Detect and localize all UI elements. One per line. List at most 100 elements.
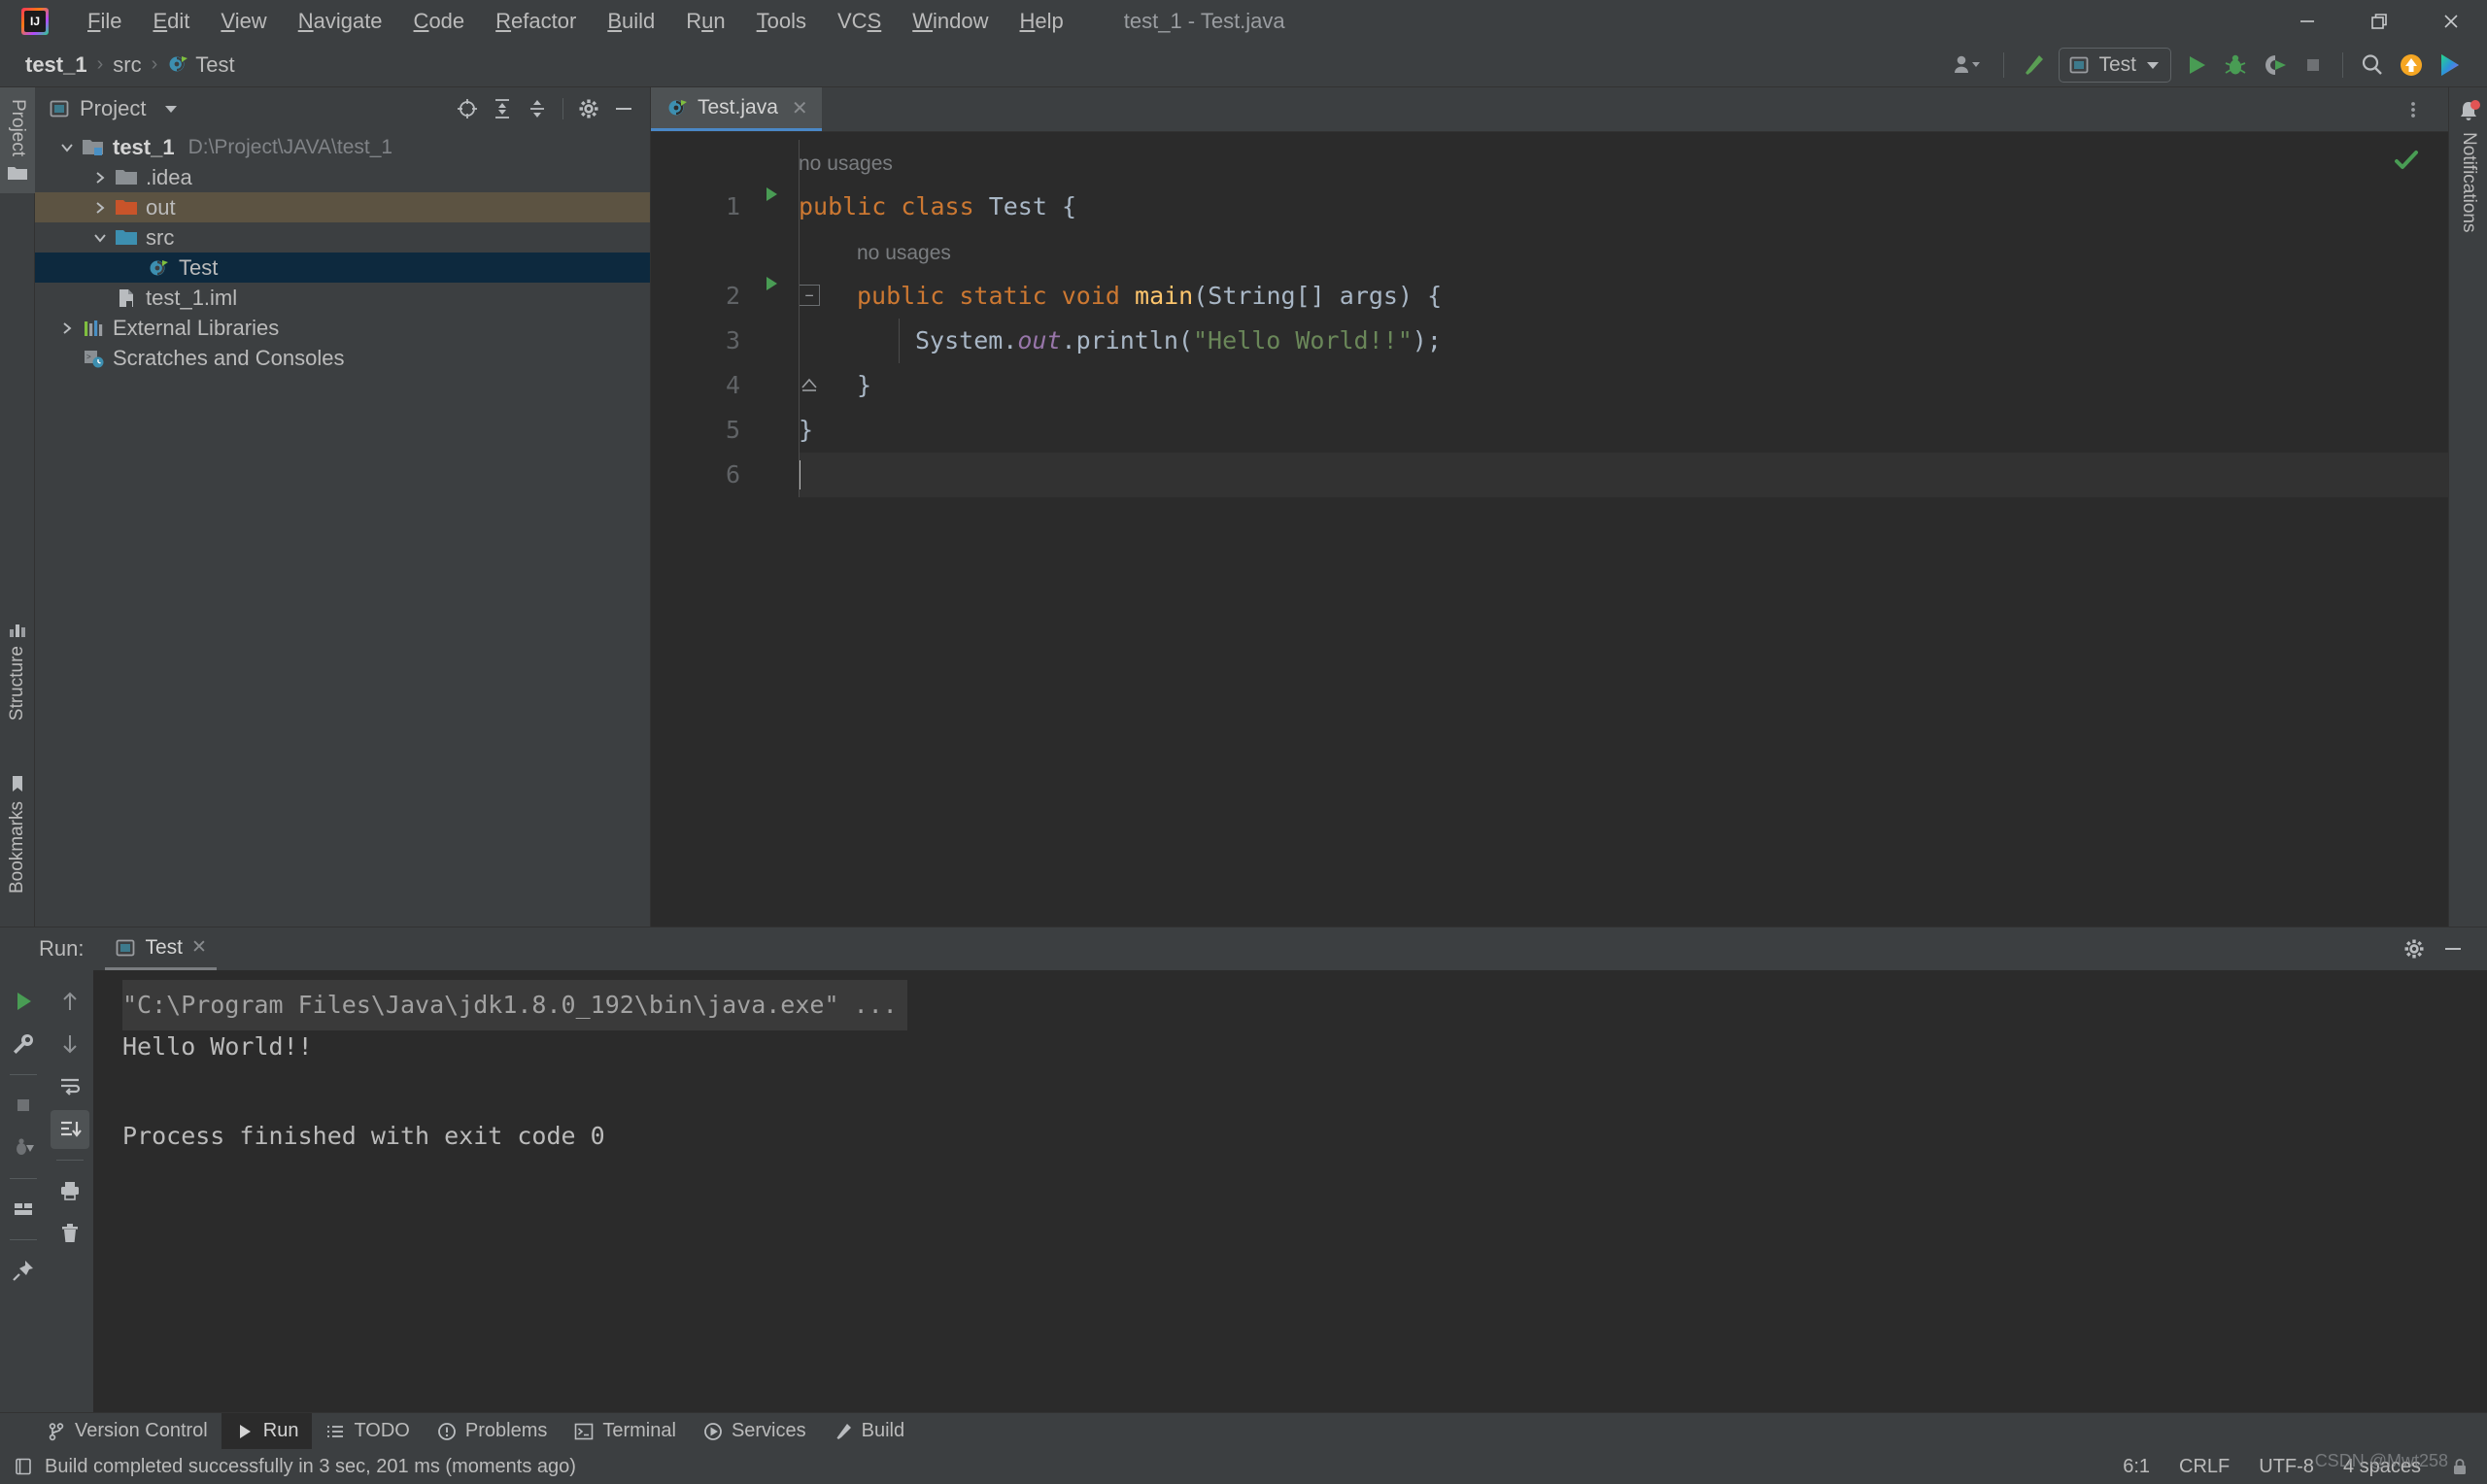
- sidebar-item-notifications[interactable]: Notifications: [2449, 87, 2487, 245]
- tree-node-external-libraries[interactable]: External Libraries: [35, 313, 650, 343]
- run-tab-test[interactable]: Test ✕: [105, 928, 217, 970]
- read-only-lock-icon[interactable]: [2450, 1457, 2470, 1476]
- menu-item-file[interactable]: File: [72, 5, 137, 38]
- project-tree[interactable]: test_1 D:\Project\JAVA\test_1 .idea out src T…: [35, 130, 650, 927]
- breadcrumb-item-test-1[interactable]: test_1: [17, 51, 95, 80]
- menu-item-refactor[interactable]: Refactor: [480, 5, 592, 38]
- run-with-coverage-icon[interactable]: [2255, 46, 2294, 84]
- tool-window-button-build[interactable]: Build: [820, 1413, 918, 1450]
- menu-item-tools[interactable]: Tools: [741, 5, 822, 38]
- tool-window-button-services[interactable]: Services: [690, 1413, 820, 1450]
- breadcrumb-label: test_1: [25, 51, 87, 77]
- build-hammer-icon[interactable]: [2014, 46, 2053, 84]
- menu-item-window[interactable]: Window: [897, 5, 1004, 38]
- run-play-icon[interactable]: [2177, 46, 2216, 84]
- collapse-all-icon[interactable]: [521, 92, 554, 125]
- tool-window-button-terminal[interactable]: Terminal: [561, 1413, 690, 1450]
- editor-gutter[interactable]: 1 2− 3 4 5 6: [651, 132, 820, 497]
- tool-window-button-todo[interactable]: TODO: [312, 1413, 423, 1450]
- layout-icon[interactable]: [4, 1190, 43, 1229]
- close-icon[interactable]: [2415, 0, 2487, 43]
- menu-item-run[interactable]: Run: [670, 5, 740, 38]
- menu-item-vcs[interactable]: VCS: [822, 5, 897, 38]
- update-arrow-icon[interactable]: [2392, 46, 2431, 84]
- editor-tab-test-java[interactable]: Test.java ✕: [651, 87, 822, 131]
- chevron-right-icon[interactable]: [87, 170, 113, 186]
- code-line-1[interactable]: public class Test {: [799, 185, 2448, 229]
- code-token: }: [857, 371, 872, 399]
- close-icon[interactable]: ✕: [792, 96, 808, 120]
- stop-square-icon[interactable]: [2294, 46, 2333, 84]
- run-console-output[interactable]: "C:\Program Files\Java\jdk1.8.0_192\bin\…: [93, 970, 2487, 1412]
- breadcrumb-item-src[interactable]: src: [105, 51, 149, 80]
- line-number-4: 4: [651, 363, 817, 408]
- breadcrumb-item-test[interactable]: Test: [159, 51, 242, 80]
- rerun-icon[interactable]: [4, 982, 43, 1021]
- menu-item-code[interactable]: Code: [398, 5, 481, 38]
- more-vertical-icon[interactable]: [2394, 90, 2433, 129]
- close-icon[interactable]: ✕: [191, 936, 207, 959]
- tool-window-button-problems[interactable]: Problems: [424, 1413, 561, 1450]
- select-opened-file-icon[interactable]: [451, 92, 484, 125]
- code-line-5[interactable]: }: [799, 408, 2448, 453]
- file-encoding[interactable]: UTF-8: [2259, 1456, 2314, 1478]
- down-arrow-icon[interactable]: [51, 1025, 89, 1063]
- tree-node-out[interactable]: out: [35, 192, 650, 222]
- up-arrow-icon[interactable]: [51, 982, 89, 1021]
- code-line-6[interactable]: [799, 453, 2448, 497]
- scroll-to-end-icon[interactable]: [51, 1110, 89, 1149]
- hide-panel-icon[interactable]: [2436, 932, 2470, 965]
- menu-item-edit[interactable]: Edit: [137, 5, 205, 38]
- code-lines[interactable]: no usages public class Test {no usages pub…: [748, 132, 2448, 497]
- chevron-down-icon[interactable]: [54, 140, 80, 155]
- settings-gear-icon[interactable]: [572, 92, 605, 125]
- minimize-icon[interactable]: [2271, 0, 2343, 43]
- debug-bug-icon[interactable]: [2216, 46, 2255, 84]
- soft-wrap-icon[interactable]: [51, 1067, 89, 1106]
- chevron-right-icon[interactable]: [87, 200, 113, 216]
- clear-all-trash-icon[interactable]: [51, 1214, 89, 1253]
- code-line-2[interactable]: public static void main(String[] args) {: [799, 274, 2448, 319]
- tree-node--idea[interactable]: .idea: [35, 162, 650, 192]
- project-view-selector[interactable]: Project: [49, 96, 179, 121]
- run-configuration-selector[interactable]: Test: [2059, 48, 2171, 83]
- tree-node-src[interactable]: src: [35, 222, 650, 253]
- chevron-down-icon[interactable]: [87, 230, 113, 246]
- menu-item-view[interactable]: View: [205, 5, 282, 38]
- user-account-icon[interactable]: [1941, 46, 1993, 84]
- caret-position[interactable]: 6:1: [2123, 1456, 2150, 1478]
- menu-item-help[interactable]: Help: [1005, 5, 1079, 38]
- restore-icon[interactable]: [2343, 0, 2415, 43]
- dump-threads-icon[interactable]: [4, 1129, 43, 1167]
- code-line-3[interactable]: System.out.println("Hello World!!");: [799, 319, 2448, 363]
- menu-item-navigate[interactable]: Navigate: [283, 5, 398, 38]
- edit-configuration-wrench-icon[interactable]: [4, 1025, 43, 1063]
- stop-square-icon[interactable]: [4, 1086, 43, 1125]
- code-line-4[interactable]: }: [799, 363, 2448, 408]
- settings-gear-icon[interactable]: [2398, 932, 2431, 965]
- tree-node-test-1[interactable]: test_1 D:\Project\JAVA\test_1: [35, 132, 650, 162]
- scratches-icon: >: [80, 348, 107, 369]
- tree-node-test-1-iml[interactable]: test_1.iml: [35, 283, 650, 313]
- sidebar-item-structure[interactable]: Structure: [0, 609, 35, 732]
- todo-list-icon: [325, 1422, 345, 1441]
- line-number-2: 2−: [651, 274, 820, 319]
- expand-all-icon[interactable]: [486, 92, 519, 125]
- run-window-label: Run:: [39, 936, 85, 961]
- indent-setting[interactable]: 4 spaces: [2343, 1456, 2421, 1478]
- sidebar-item-bookmarks[interactable]: Bookmarks: [0, 762, 35, 905]
- sidebar-item-project[interactable]: Project: [0, 87, 35, 194]
- print-icon[interactable]: [51, 1171, 89, 1210]
- search-icon[interactable]: [2353, 46, 2392, 84]
- ide-feature-icon[interactable]: [2431, 46, 2470, 84]
- tool-window-button-version-control[interactable]: Version Control: [33, 1413, 221, 1450]
- menu-item-build[interactable]: Build: [592, 5, 670, 38]
- hide-panel-icon[interactable]: [607, 92, 640, 125]
- tree-node-scratches-and-consoles[interactable]: > Scratches and Consoles: [35, 343, 650, 373]
- tree-node-test[interactable]: Test: [35, 253, 650, 283]
- line-separator[interactable]: CRLF: [2179, 1456, 2230, 1478]
- tool-window-button-run[interactable]: Run: [221, 1412, 313, 1450]
- chevron-right-icon[interactable]: [54, 320, 80, 336]
- pin-tab-icon[interactable]: [4, 1251, 43, 1290]
- code-editor[interactable]: 1 2−3 4 5 6 no usages public class Test {no u…: [651, 132, 2448, 927]
